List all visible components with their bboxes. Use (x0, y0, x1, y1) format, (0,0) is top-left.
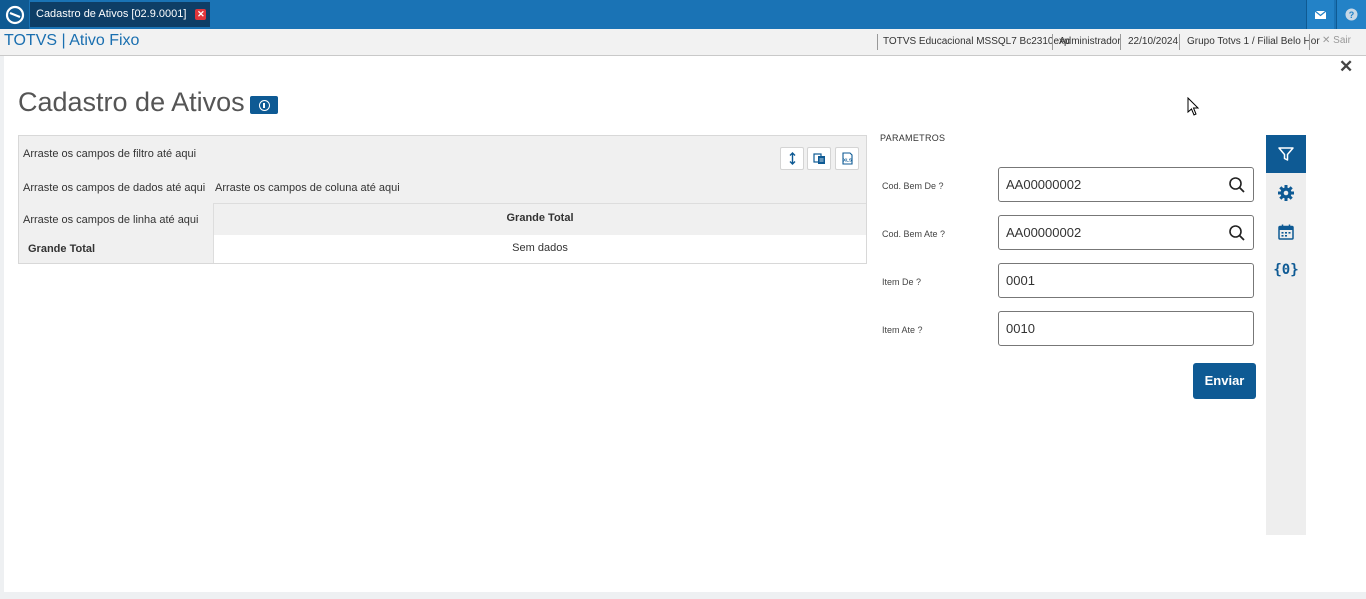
svg-text:XLS: XLS (843, 158, 852, 163)
item-de-label: Item De ? (882, 277, 922, 287)
status-divider (1179, 34, 1180, 50)
filter-drop-zone[interactable]: Arraste os campos de filtro até aqui (23, 148, 196, 160)
search-icon[interactable] (1227, 175, 1247, 195)
exit-button[interactable]: ✕ Sair (1322, 35, 1351, 46)
item-de-input[interactable] (998, 263, 1254, 298)
info-icon[interactable] (250, 96, 278, 114)
cod-bem-ate-label: Cod. Bem Ate ? (882, 229, 946, 239)
mouse-cursor-icon (1187, 97, 1200, 116)
item-ate-input[interactable] (998, 311, 1254, 346)
status-divider (1309, 34, 1310, 50)
close-panel-icon[interactable]: ✕ (1339, 57, 1353, 77)
cod-bem-ate-input[interactable] (998, 215, 1254, 250)
cod-bem-de-input[interactable] (998, 167, 1254, 202)
item-ate-label: Item Ate ? (882, 325, 923, 335)
status-divider (1052, 34, 1053, 50)
mail-icon[interactable] (1306, 0, 1334, 29)
status-divider (877, 34, 878, 50)
date-label: 22/10/2024 (1128, 36, 1179, 47)
column-drop-zone[interactable]: Arraste os campos de coluna até aqui (215, 182, 400, 194)
cod-bem-de-label: Cod. Bem De ? (882, 181, 944, 191)
tab-close-icon[interactable]: ✕ (195, 9, 207, 20)
page-title: Cadastro de Ativos (18, 87, 245, 117)
branch-label: Grupo Totvs 1 / Filial Belo Hor (1187, 36, 1320, 47)
top-bar: Cadastro de Ativos [02.9.0001] ✕ ? (0, 0, 1366, 29)
help-icon[interactable]: ? (1336, 0, 1366, 29)
status-divider (1120, 34, 1121, 50)
svg-text:?: ? (1349, 10, 1355, 20)
user-label: Administrador (1059, 36, 1121, 47)
window-tab[interactable]: Cadastro de Ativos [02.9.0001] ✕ (30, 2, 211, 27)
field-chooser-button[interactable] (807, 147, 831, 170)
row-total-header: Grande Total (19, 235, 213, 263)
filter-icon[interactable] (1266, 135, 1306, 173)
environment-label: TOTVS Educacional MSSQL7 Bc2310exp (883, 36, 1070, 47)
gear-icon[interactable] (1266, 174, 1306, 212)
pivot-cell: Sem dados (213, 235, 866, 263)
submit-button[interactable]: Enviar (1193, 363, 1256, 399)
totvs-logo-icon[interactable] (0, 0, 29, 29)
data-drop-zone[interactable]: Arraste os campos de dados até aqui (23, 182, 205, 194)
column-total-header: Grande Total (213, 203, 866, 235)
status-bar: TOTVS | Ativo Fixo TOTVS Educacional MSS… (0, 29, 1366, 56)
search-icon[interactable] (1227, 223, 1247, 243)
module-title: TOTVS | Ativo Fixo (4, 32, 140, 49)
calendar-icon[interactable] (1266, 213, 1306, 251)
variables-icon[interactable]: {0} (1266, 251, 1306, 289)
window-tab-title: Cadastro de Ativos [02.9.0001] (36, 8, 187, 20)
params-title: PARAMETROS (880, 133, 946, 143)
export-excel-button[interactable]: XLS (835, 147, 859, 170)
expand-rows-button[interactable] (780, 147, 804, 170)
row-drop-zone[interactable]: Arraste os campos de linha até aqui (23, 214, 199, 226)
